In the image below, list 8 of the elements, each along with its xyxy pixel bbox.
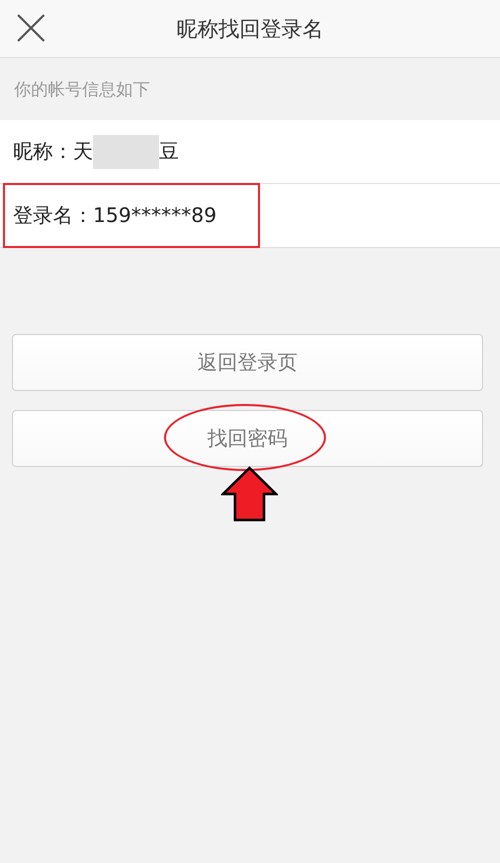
- action-button[interactable]: 找回密码: [12, 410, 483, 467]
- info-text: 昵称：天: [13, 138, 93, 165]
- section-caption: 你的帐号信息如下: [14, 78, 150, 100]
- info-text: 豆: [159, 138, 179, 165]
- page-title: 昵称找回登录名: [176, 16, 324, 42]
- action-button[interactable]: 返回登录页: [12, 334, 483, 391]
- close-icon[interactable]: [16, 13, 46, 43]
- info-text: 登录名：159******89: [13, 202, 217, 229]
